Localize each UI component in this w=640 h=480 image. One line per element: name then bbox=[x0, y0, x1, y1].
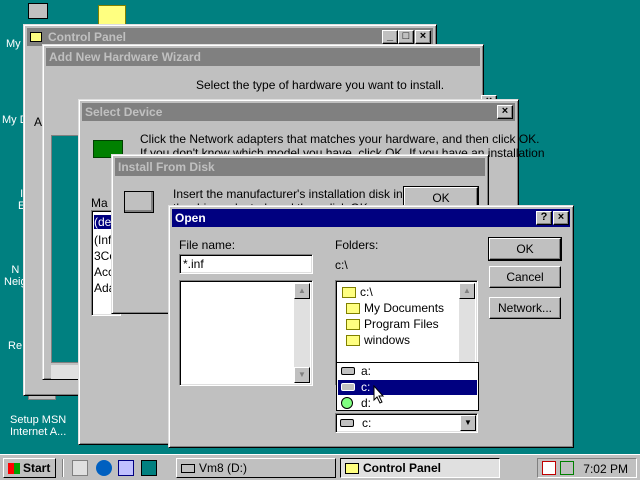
cancel-button[interactable]: Cancel bbox=[489, 266, 561, 288]
show-desktop-icon[interactable] bbox=[141, 460, 157, 476]
taskbar-item-label: Vm8 (D:) bbox=[199, 461, 247, 475]
select-device-close-button[interactable]: × bbox=[497, 105, 513, 119]
taskbar-item-label: Control Panel bbox=[363, 461, 442, 475]
desktop-icon-label-recycle-bin[interactable]: Re bbox=[8, 340, 22, 352]
clock[interactable]: 7:02 PM bbox=[583, 462, 628, 476]
wizard-title: Add New Hardware Wizard bbox=[49, 50, 201, 64]
minimize-button[interactable]: _ bbox=[382, 30, 398, 44]
manufacturer-item[interactable]: (de bbox=[94, 215, 112, 229]
drive-option-d[interactable]: d: bbox=[361, 396, 371, 410]
taskbar-item-control-panel[interactable]: Control Panel bbox=[340, 458, 500, 478]
mouse-pointer-icon bbox=[373, 385, 385, 404]
open-close-button[interactable]: × bbox=[553, 211, 569, 225]
internet-explorer-icon[interactable] bbox=[96, 460, 112, 476]
folder-item-root[interactable]: c:\ bbox=[360, 285, 373, 299]
folders-label: Folders: bbox=[335, 238, 379, 252]
install-from-disk-title: Install From Disk bbox=[118, 160, 215, 174]
system-tray: 7:02 PM bbox=[537, 458, 637, 478]
file-name-input[interactable]: *.inf bbox=[179, 254, 313, 274]
floppy-drive-icon bbox=[341, 367, 355, 375]
folder-icon[interactable] bbox=[98, 5, 126, 25]
open-folder-icon bbox=[342, 287, 356, 298]
folder-item-my-documents[interactable]: My Documents bbox=[364, 301, 444, 315]
network-button[interactable]: Network... bbox=[489, 297, 561, 319]
wizard-picture bbox=[51, 135, 79, 363]
channels-icon[interactable] bbox=[118, 460, 134, 476]
network-tray-icon[interactable] bbox=[560, 461, 574, 475]
start-label: Start bbox=[23, 461, 51, 475]
install-text-line1: Insert the manufacturer's installation d… bbox=[173, 187, 413, 201]
desktop-icon-label-my-computer[interactable]: My bbox=[6, 38, 21, 50]
ok-button[interactable]: OK bbox=[488, 237, 562, 261]
manufacturers-label: Ma bbox=[91, 196, 108, 210]
open-dialog: Open ? × File name: *.inf ▲ ▼ Folders: c… bbox=[168, 205, 574, 448]
outlook-express-icon[interactable] bbox=[72, 460, 88, 476]
drive-option-c-highlight[interactable] bbox=[338, 380, 477, 395]
start-button[interactable]: Start bbox=[3, 458, 56, 478]
drive-option-a[interactable]: a: bbox=[361, 364, 371, 378]
cd-drive-icon bbox=[341, 397, 353, 409]
scheduler-tray-icon[interactable] bbox=[542, 461, 556, 475]
wizard-instruction: Select the type of hardware you want to … bbox=[196, 78, 445, 92]
folder-item-windows[interactable]: windows bbox=[364, 333, 410, 347]
control-panel-title: Control Panel bbox=[48, 30, 127, 44]
maximize-button[interactable]: □ bbox=[398, 30, 414, 44]
folder-icon bbox=[346, 335, 360, 346]
my-computer-icon[interactable] bbox=[28, 3, 48, 19]
wizard-titlebar[interactable]: Add New Hardware Wizard bbox=[46, 48, 480, 66]
control-panel-left-tab[interactable]: A bbox=[34, 115, 42, 129]
file-list-scrollbar[interactable]: ▲ ▼ bbox=[294, 283, 310, 383]
drives-combo[interactable]: c: ▼ bbox=[335, 413, 478, 433]
select-device-title: Select Device bbox=[85, 105, 163, 119]
open-title: Open bbox=[175, 211, 206, 225]
folder-icon bbox=[346, 303, 360, 314]
disk-drive-icon bbox=[124, 191, 154, 213]
taskbar: Start Vm8 (D:) Control Panel 7:02 PM bbox=[0, 454, 640, 480]
hard-drive-icon bbox=[341, 383, 355, 391]
manufacturer-item[interactable]: (Inf bbox=[94, 233, 111, 247]
scroll-up-arrow-icon[interactable]: ▲ bbox=[459, 283, 475, 299]
install-from-disk-titlebar[interactable]: Install From Disk bbox=[115, 158, 485, 176]
drives-dropdown-list[interactable]: a: c: d: bbox=[336, 362, 479, 411]
current-path: c:\ bbox=[335, 258, 348, 272]
open-titlebar[interactable]: Open bbox=[172, 209, 570, 227]
control-panel-app-icon bbox=[30, 32, 42, 42]
file-name-label: File name: bbox=[179, 238, 236, 252]
dropdown-arrow-icon[interactable]: ▼ bbox=[460, 415, 476, 431]
file-list[interactable]: ▲ ▼ bbox=[179, 280, 313, 386]
control-panel-icon bbox=[345, 462, 359, 474]
select-device-titlebar[interactable]: Select Device bbox=[82, 103, 515, 121]
scroll-down-arrow-icon[interactable]: ▼ bbox=[294, 367, 310, 383]
file-name-value: *.inf bbox=[183, 257, 204, 271]
select-device-text-line1: Click the Network adapters that matches … bbox=[140, 132, 540, 146]
quick-launch-separator bbox=[62, 459, 64, 477]
folder-icon bbox=[346, 319, 360, 330]
scroll-up-arrow-icon[interactable]: ▲ bbox=[294, 283, 310, 299]
close-button[interactable]: × bbox=[415, 30, 431, 44]
drive-option-c[interactable]: c: bbox=[361, 380, 370, 394]
taskbar-item-vm8[interactable]: Vm8 (D:) bbox=[176, 458, 336, 478]
windows-logo-icon bbox=[8, 462, 20, 474]
hard-drive-icon bbox=[340, 419, 354, 427]
desktop-icon-label-setup-msn[interactable]: Setup MSN Internet A... bbox=[10, 414, 66, 438]
drives-value: c: bbox=[362, 416, 372, 430]
drive-icon bbox=[181, 463, 195, 473]
folder-item-program-files[interactable]: Program Files bbox=[364, 317, 439, 331]
help-button[interactable]: ? bbox=[536, 211, 552, 225]
